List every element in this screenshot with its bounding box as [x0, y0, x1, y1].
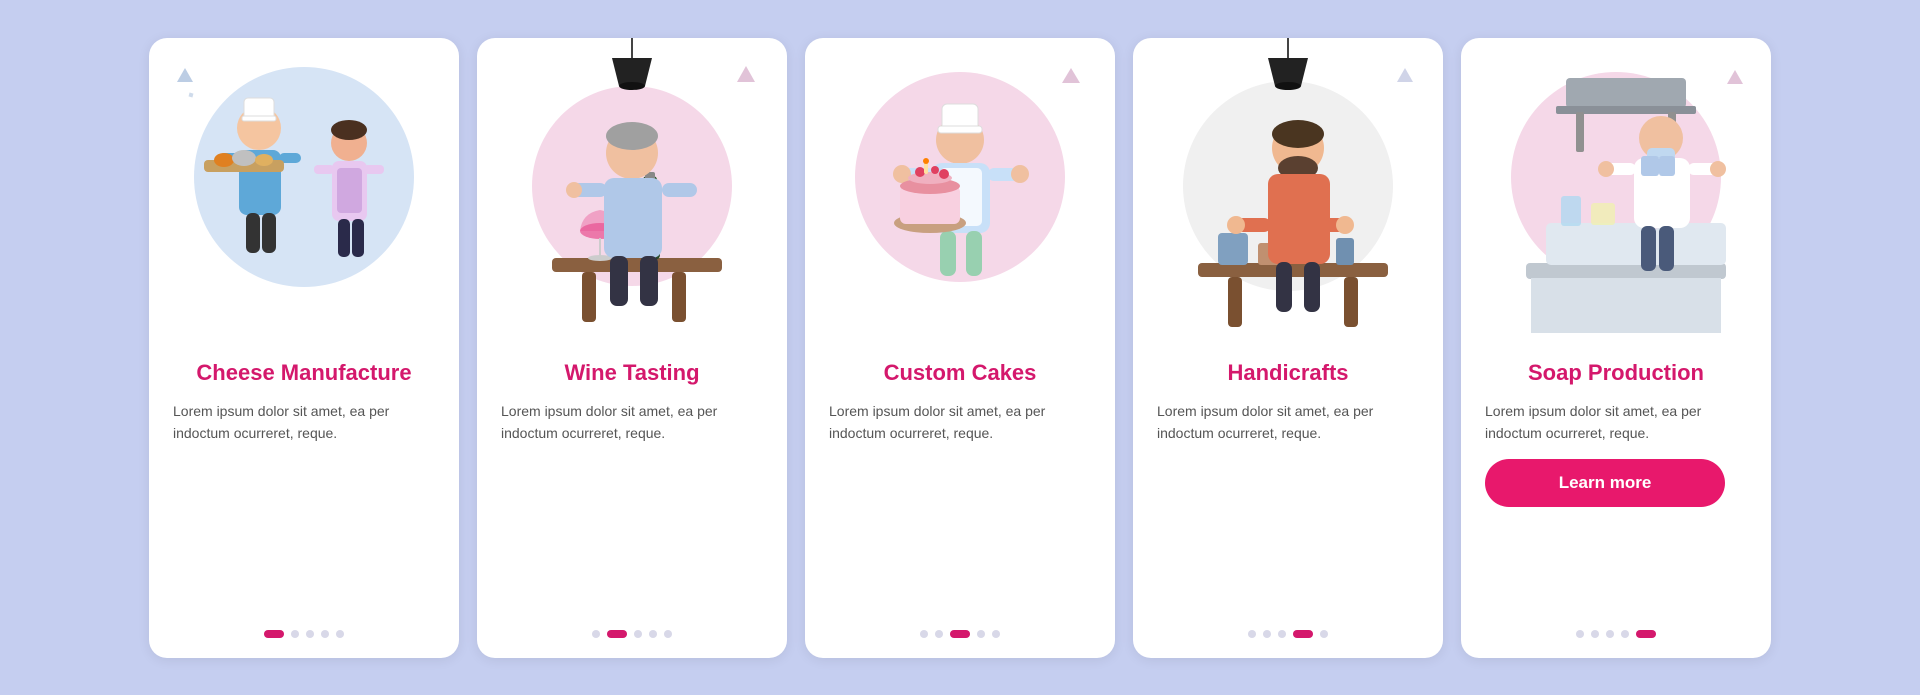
dot-4[interactable]	[977, 630, 985, 638]
cards-container: Cheese Manufacture Lorem ipsum dolor sit…	[0, 10, 1920, 686]
card-illustration-cheese	[149, 38, 459, 348]
card-content-soap: Soap Production Lorem ipsum dolor sit am…	[1461, 348, 1771, 638]
dot-4[interactable]	[1621, 630, 1629, 638]
dot-4[interactable]	[321, 630, 329, 638]
dots-row-cheese	[173, 612, 435, 638]
dot-4[interactable]	[649, 630, 657, 638]
dot-5[interactable]	[992, 630, 1000, 638]
dot-2[interactable]	[607, 630, 627, 638]
dot-1[interactable]	[592, 630, 600, 638]
dot-2[interactable]	[291, 630, 299, 638]
card-content-handicrafts: Handicrafts Lorem ipsum dolor sit amet, …	[1133, 348, 1443, 638]
dot-3[interactable]	[1278, 630, 1286, 638]
card-title-cheese: Cheese Manufacture	[173, 360, 435, 386]
dot-1[interactable]	[920, 630, 928, 638]
dot-2[interactable]	[1591, 630, 1599, 638]
dot-3[interactable]	[1606, 630, 1614, 638]
card-content-cheese: Cheese Manufacture Lorem ipsum dolor sit…	[149, 348, 459, 638]
dot-1[interactable]	[1248, 630, 1256, 638]
dot-3[interactable]	[306, 630, 314, 638]
card-title-soap: Soap Production	[1485, 360, 1747, 386]
card-wine: Wine Tasting Lorem ipsum dolor sit amet,…	[477, 38, 787, 658]
dot-1[interactable]	[1576, 630, 1584, 638]
learn-more-button[interactable]: Learn more	[1485, 459, 1725, 507]
dot-5[interactable]	[1320, 630, 1328, 638]
handicrafts-illustration	[1148, 68, 1428, 348]
wine-illustration	[492, 68, 772, 348]
soap-illustration	[1476, 68, 1756, 348]
card-text-handicrafts: Lorem ipsum dolor sit amet, ea per indoc…	[1157, 400, 1419, 445]
dot-5[interactable]	[1636, 630, 1656, 638]
dot-3[interactable]	[634, 630, 642, 638]
card-illustration-cakes	[805, 38, 1115, 348]
card-text-cheese: Lorem ipsum dolor sit amet, ea per indoc…	[173, 400, 435, 445]
dot-1[interactable]	[264, 630, 284, 638]
card-text-soap: Lorem ipsum dolor sit amet, ea per indoc…	[1485, 400, 1747, 445]
cakes-illustration	[820, 68, 1100, 348]
card-content-cakes: Custom Cakes Lorem ipsum dolor sit amet,…	[805, 348, 1115, 638]
card-text-cakes: Lorem ipsum dolor sit amet, ea per indoc…	[829, 400, 1091, 445]
cheese-illustration	[164, 68, 444, 348]
card-illustration-wine	[477, 38, 787, 348]
card-soap: Soap Production Lorem ipsum dolor sit am…	[1461, 38, 1771, 658]
card-cheese: Cheese Manufacture Lorem ipsum dolor sit…	[149, 38, 459, 658]
card-content-wine: Wine Tasting Lorem ipsum dolor sit amet,…	[477, 348, 787, 638]
card-illustration-soap	[1461, 38, 1771, 348]
dots-row-cakes	[829, 612, 1091, 638]
dots-row-wine	[501, 612, 763, 638]
card-title-handicrafts: Handicrafts	[1157, 360, 1419, 386]
dot-2[interactable]	[1263, 630, 1271, 638]
card-text-wine: Lorem ipsum dolor sit amet, ea per indoc…	[501, 400, 763, 445]
dots-row-handicrafts	[1157, 612, 1419, 638]
card-illustration-handicrafts	[1133, 38, 1443, 348]
card-title-cakes: Custom Cakes	[829, 360, 1091, 386]
dot-4[interactable]	[1293, 630, 1313, 638]
dots-row-soap	[1485, 612, 1747, 638]
dot-3[interactable]	[950, 630, 970, 638]
card-title-wine: Wine Tasting	[501, 360, 763, 386]
card-handicrafts: Handicrafts Lorem ipsum dolor sit amet, …	[1133, 38, 1443, 658]
card-cakes: Custom Cakes Lorem ipsum dolor sit amet,…	[805, 38, 1115, 658]
dot-2[interactable]	[935, 630, 943, 638]
dot-5[interactable]	[664, 630, 672, 638]
dot-5[interactable]	[336, 630, 344, 638]
